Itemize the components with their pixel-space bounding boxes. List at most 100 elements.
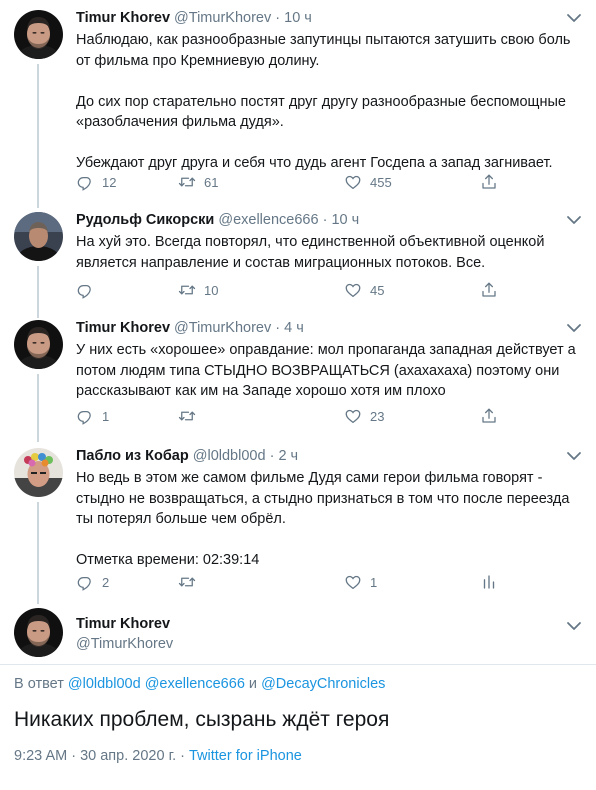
like-count: 45 [370, 282, 385, 298]
mention-link[interactable]: @DecayChronicles [261, 676, 385, 692]
retweet-button[interactable] [178, 572, 204, 592]
mention-link[interactable]: @exellence666 [145, 676, 245, 692]
like-icon [344, 573, 362, 591]
thread-line [37, 502, 39, 604]
user-name[interactable]: Пабло из Кобар [76, 448, 189, 464]
chevron-down-icon[interactable] [566, 620, 582, 632]
tweet-actions: 10 45 [76, 280, 516, 300]
user-name[interactable]: Timur Khorev [76, 616, 170, 632]
tweet-meta: 9:23 AM · 30 апр. 2020 г. · Twitter for … [14, 748, 302, 764]
analytics-icon [480, 573, 498, 591]
reply-button[interactable]: 1 [76, 406, 109, 426]
thread-line [37, 64, 39, 208]
tweet-actions: 12 61 455 [76, 172, 516, 192]
tweet-1[interactable]: Timur Khorev @TimurKhorev · 10 ч Наблюда… [0, 8, 596, 208]
tweet-datetime[interactable]: 9:23 AM · 30 апр. 2020 г. · [14, 748, 189, 764]
user-name[interactable]: Timur Khorev [76, 10, 170, 26]
avatar[interactable] [14, 320, 63, 369]
share-button[interactable] [480, 172, 498, 192]
retweet-count: 10 [204, 282, 219, 298]
like-count: 1 [370, 574, 378, 590]
analytics-button[interactable] [480, 572, 498, 592]
retweet-button[interactable] [178, 406, 204, 426]
share-icon [480, 407, 498, 425]
avatar[interactable] [14, 10, 63, 59]
chevron-down-icon[interactable] [566, 12, 582, 24]
reply-count: 12 [102, 174, 117, 190]
separator-dot: · [322, 212, 328, 228]
tweet-header: Рудольф Сикорски @exellence666 · 10 ч [76, 210, 359, 230]
like-button[interactable]: 23 [344, 406, 384, 426]
reply-icon [76, 573, 94, 591]
main-tweet-text: Никаких проблем, сызрань ждёт героя [14, 708, 390, 731]
retweet-button[interactable]: 61 [178, 172, 218, 192]
reply-conj: и [248, 676, 258, 692]
tweet-time[interactable]: 2 ч [278, 448, 298, 464]
tweet-text: Наблюдаю, как разнообразные запутинцы пы… [76, 32, 571, 171]
share-button[interactable] [480, 280, 498, 300]
retweet-icon [178, 281, 196, 299]
like-icon [344, 281, 362, 299]
user-name[interactable]: Рудольф Сикорски [76, 212, 214, 228]
like-button[interactable]: 45 [344, 280, 384, 300]
like-button[interactable]: 455 [344, 172, 392, 192]
chevron-down-icon[interactable] [566, 322, 582, 334]
retweet-button[interactable]: 10 [178, 280, 218, 300]
reply-to-line: В ответ @l0ldbl00d @exellence666 и @Deca… [14, 676, 385, 692]
avatar[interactable] [14, 608, 63, 657]
tweet-handle-line: @TimurKhorev [76, 634, 173, 654]
share-icon [480, 173, 498, 191]
reply-count: 1 [102, 408, 110, 424]
user-handle[interactable]: @TimurKhorev [174, 320, 271, 336]
avatar[interactable] [14, 212, 63, 261]
user-handle[interactable]: @TimurKhorev [76, 636, 173, 652]
user-handle[interactable]: @exellence666 [218, 212, 318, 228]
client-link[interactable]: Twitter for iPhone [189, 748, 302, 764]
user-handle[interactable]: @l0ldbl00d [193, 448, 266, 464]
like-count: 455 [370, 174, 392, 190]
retweet-icon [178, 573, 196, 591]
retweet-icon [178, 173, 196, 191]
share-icon [480, 281, 498, 299]
reply-prefix: В ответ [14, 676, 64, 692]
separator-dot: · [275, 320, 281, 336]
tweet-2[interactable]: Рудольф Сикорски @exellence666 · 10 ч На… [0, 210, 596, 318]
tweet-time[interactable]: 10 ч [331, 212, 359, 228]
tweet-header: Timur Khorev [76, 614, 170, 634]
tweet-4[interactable]: Пабло из Кобар @l0ldbl00d · 2 ч Но ведь … [0, 446, 596, 604]
mention-link[interactable]: @l0ldbl00d [68, 676, 141, 692]
tweet-text: У них есть «хорошее» оправдание: мол про… [76, 342, 576, 399]
reply-icon [76, 173, 94, 191]
tweet-text: На хуй это. Всегда повторял, что единств… [76, 234, 545, 271]
tweet-text: Но ведь в этом же самом фильме Дудя сами… [76, 470, 570, 568]
separator-dot: · [269, 448, 275, 464]
retweet-icon [178, 407, 196, 425]
reply-icon [76, 407, 94, 425]
share-button[interactable] [480, 406, 498, 426]
tweet-header: Пабло из Кобар @l0ldbl00d · 2 ч [76, 446, 298, 466]
tweet-time[interactable]: 4 ч [284, 320, 304, 336]
tweet-3[interactable]: Timur Khorev @TimurKhorev · 4 ч У них ес… [0, 318, 596, 442]
retweet-count: 61 [204, 174, 219, 190]
tweet-actions: 2 1 [76, 572, 516, 592]
like-count: 23 [370, 408, 385, 424]
avatar[interactable] [14, 448, 63, 497]
chevron-down-icon[interactable] [566, 214, 582, 226]
user-name[interactable]: Timur Khorev [76, 320, 170, 336]
divider [0, 664, 596, 665]
separator-dot: · [275, 10, 281, 26]
like-icon [344, 407, 362, 425]
reply-button[interactable] [76, 280, 102, 300]
reply-button[interactable]: 2 [76, 572, 109, 592]
reply-button[interactable]: 12 [76, 172, 116, 192]
thread-line [37, 374, 39, 442]
tweet-header: Timur Khorev @TimurKhorev · 4 ч [76, 318, 304, 338]
reply-icon [76, 281, 94, 299]
user-handle[interactable]: @TimurKhorev [174, 10, 271, 26]
reply-count: 2 [102, 574, 110, 590]
thread-line [37, 266, 39, 318]
like-button[interactable]: 1 [344, 572, 377, 592]
chevron-down-icon[interactable] [566, 450, 582, 462]
like-icon [344, 173, 362, 191]
tweet-time[interactable]: 10 ч [284, 10, 312, 26]
